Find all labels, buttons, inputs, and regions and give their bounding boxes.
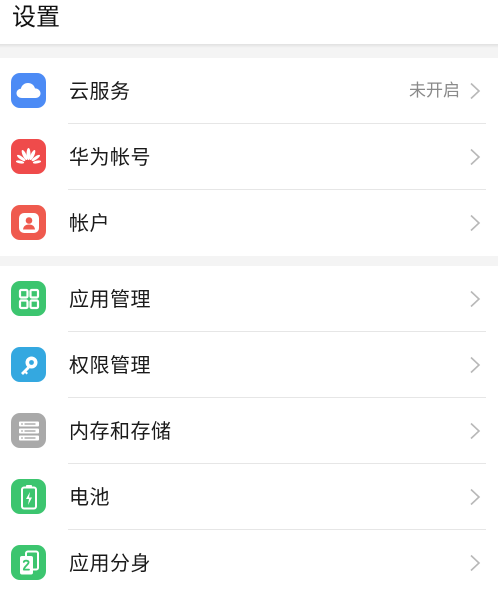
settings-group-account: 云服务 未开启 华为帐号 帐户 xyxy=(0,58,498,256)
settings-item-huawei-account[interactable]: 华为帐号 xyxy=(0,124,498,190)
header: 设置 xyxy=(0,0,498,44)
settings-item-accounts[interactable]: 帐户 xyxy=(0,190,498,256)
chevron-right-icon xyxy=(470,214,481,232)
chevron-right-icon xyxy=(470,422,481,440)
settings-item-app-twin[interactable]: 应用分身 xyxy=(0,530,498,596)
settings-item-permissions[interactable]: 权限管理 xyxy=(0,332,498,398)
settings-item-cloud-service[interactable]: 云服务 未开启 xyxy=(0,58,498,124)
settings-item-label: 帐户 xyxy=(69,211,110,235)
app-twin-icon xyxy=(11,545,46,580)
settings-item-memory-storage[interactable]: 内存和存储 xyxy=(0,398,498,464)
cloud-icon xyxy=(11,73,46,108)
settings-item-app-management[interactable]: 应用管理 xyxy=(0,266,498,332)
storage-icon xyxy=(11,413,46,448)
chevron-right-icon xyxy=(470,290,481,308)
chevron-right-icon xyxy=(470,554,481,572)
cloud-status-text: 未开启 xyxy=(409,81,460,101)
settings-item-label: 应用分身 xyxy=(69,551,151,575)
battery-icon xyxy=(11,479,46,514)
group-separator xyxy=(0,256,498,266)
settings-item-label: 华为帐号 xyxy=(69,145,151,169)
page-title: 设置 xyxy=(12,3,60,31)
apps-grid-icon xyxy=(11,281,46,316)
settings-item-label: 云服务 xyxy=(69,79,131,103)
settings-item-battery[interactable]: 电池 xyxy=(0,464,498,530)
settings-item-label: 应用管理 xyxy=(69,287,151,311)
chevron-right-icon xyxy=(470,82,481,100)
chevron-right-icon xyxy=(470,148,481,166)
chevron-right-icon xyxy=(470,488,481,506)
settings-item-label: 电池 xyxy=(69,485,110,509)
header-divider xyxy=(0,44,498,58)
key-icon xyxy=(11,347,46,382)
settings-item-label: 内存和存储 xyxy=(69,419,172,443)
settings-item-label: 权限管理 xyxy=(69,353,151,377)
user-icon xyxy=(11,205,46,240)
chevron-right-icon xyxy=(470,356,481,374)
settings-group-device: 应用管理 权限管理 内存和存储 电池 应用分身 xyxy=(0,266,498,596)
huawei-icon xyxy=(11,139,46,174)
